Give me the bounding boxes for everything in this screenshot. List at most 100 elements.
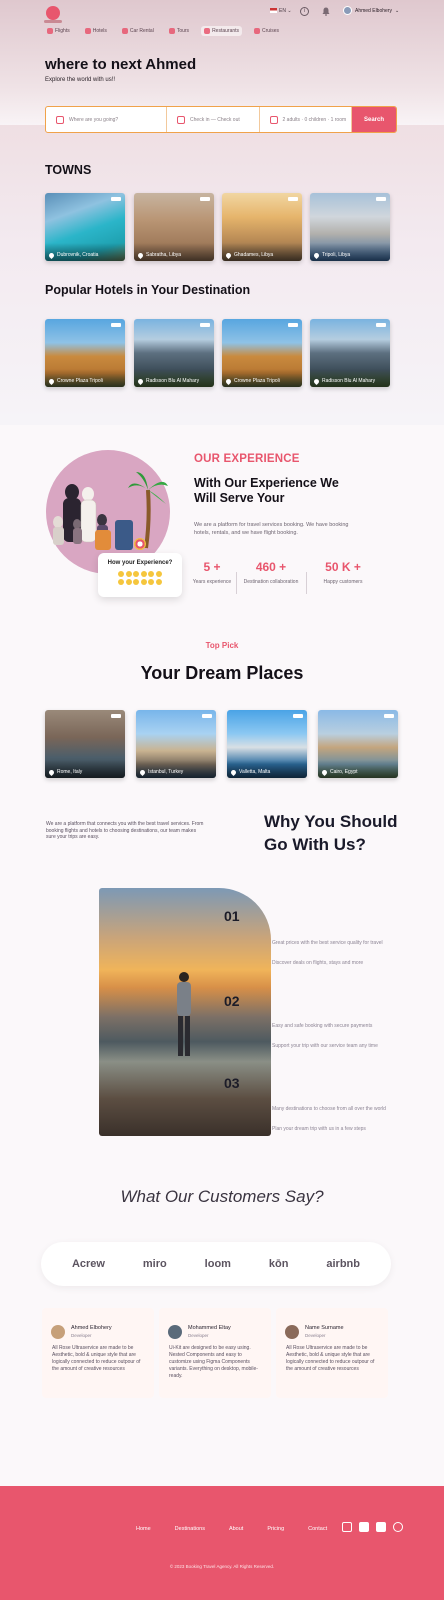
copyright: © 2023 Booking Travel Agency. All Rights… <box>169 1564 275 1569</box>
avatar <box>168 1325 182 1339</box>
emoji-icon[interactable] <box>140 571 147 577</box>
category-tabs: Flights Hotels Car Rental Tours Restaura… <box>44 26 282 36</box>
footer-nav: Home Destinations About Pricing Contact <box>136 1526 327 1532</box>
favorite-badge[interactable] <box>376 323 386 327</box>
tab-hotels[interactable]: Hotels <box>82 26 110 36</box>
stat-label: Destination collaboration <box>243 579 299 585</box>
favorite-badge[interactable] <box>200 197 210 201</box>
destination-card[interactable]: Rome, Italy <box>45 710 125 778</box>
favorite-badge[interactable] <box>202 714 212 718</box>
stat-value: 50 K + <box>325 560 361 574</box>
bell-icon[interactable] <box>322 7 330 16</box>
tab-cruises[interactable]: Cruises <box>251 26 282 36</box>
town-label: Ghadames, Libya <box>234 252 274 258</box>
fork-icon <box>204 28 211 34</box>
hotel-card[interactable]: Radisson Blu Al Mahary <box>134 319 214 387</box>
bed-icon <box>56 115 64 124</box>
favorite-badge[interactable] <box>288 323 298 327</box>
help-icon[interactable]: i <box>300 7 309 16</box>
town-card[interactable]: Ghadames, Libya <box>222 193 302 261</box>
guests-field[interactable]: 2 adults · 0 children · 1 room <box>260 107 353 132</box>
location-pin-icon <box>136 377 145 385</box>
emoji-icon[interactable] <box>155 571 162 577</box>
language-selector[interactable]: EN ⌄ <box>270 8 292 14</box>
reviewer-role: Developer <box>71 1333 92 1338</box>
twitter-icon[interactable] <box>376 1522 386 1532</box>
avatar <box>51 1325 65 1339</box>
emoji-icon[interactable] <box>133 578 139 585</box>
emoji-icon[interactable] <box>125 571 132 577</box>
town-card[interactable]: Dubrovnik, Croatia <box>45 193 125 261</box>
favorite-badge[interactable] <box>376 197 386 201</box>
tab-flights[interactable]: Flights <box>44 26 73 36</box>
partner-logo: miro <box>142 1258 167 1270</box>
favorite-badge[interactable] <box>293 714 303 718</box>
tab-car-rental[interactable]: Car Rental <box>119 26 157 36</box>
stat-label: Happy customers <box>323 579 363 585</box>
guests-placeholder: 2 adults · 0 children · 1 room <box>282 116 347 123</box>
favorite-badge[interactable] <box>200 323 210 327</box>
search-button[interactable]: Search <box>352 107 397 132</box>
hotel-label: Crowne Plaza Tripoli <box>234 378 280 384</box>
pinterest-icon[interactable] <box>393 1522 403 1532</box>
partner-logo: loom <box>204 1258 231 1270</box>
town-card[interactable]: Sabratha, Libya <box>134 193 214 261</box>
emoji-icon[interactable] <box>125 578 132 585</box>
footer-link-destinations[interactable]: Destinations <box>175 1526 205 1532</box>
brand-logo[interactable] <box>46 6 60 20</box>
town-label: Dubrovnik, Croatia <box>57 252 99 258</box>
destination-card[interactable]: Istanbul, Turkey <box>136 710 216 778</box>
location-pin-icon <box>138 768 147 776</box>
destination-card[interactable]: Valletta, Malta <box>227 710 307 778</box>
tab-label: Cruises <box>262 28 279 34</box>
town-label: Sabratha, Libya <box>146 252 182 258</box>
tab-label: Hotels <box>92 28 107 34</box>
emoji-icon[interactable] <box>118 578 124 585</box>
social-links <box>342 1522 403 1532</box>
favorite-badge[interactable] <box>111 323 121 327</box>
town-card[interactable]: Tripoli, Libya <box>310 193 390 261</box>
emoji-icon[interactable] <box>148 571 154 577</box>
location-pin-icon <box>47 768 56 776</box>
destination-label: Valletta, Malta <box>239 769 271 775</box>
tab-tours[interactable]: Tours <box>166 26 192 36</box>
footer-link-home[interactable]: Home <box>136 1526 151 1532</box>
hotel-card[interactable]: Radisson Blu Al Mahary <box>310 319 390 387</box>
review-text: All Rose Ultraservice are made to be Aes… <box>286 1345 375 1372</box>
user-menu[interactable]: Ahmed Elbohery ⌄ <box>343 6 399 15</box>
date-placeholder: Check in — Check out <box>190 116 240 123</box>
tab-restaurants[interactable]: Restaurants <box>201 26 243 36</box>
date-field[interactable]: Check in — Check out <box>167 107 260 132</box>
review-text: All Rose Ultraservice are made to be Aes… <box>52 1345 141 1372</box>
favorite-badge[interactable] <box>111 714 121 718</box>
emoji-icon[interactable] <box>118 571 124 577</box>
emoji-icon[interactable] <box>148 578 154 585</box>
towns-title: TOWNS <box>45 163 92 177</box>
destination-card[interactable]: Cairo, Egypt <box>318 710 398 778</box>
location-pin-icon <box>224 377 233 385</box>
dream-places-title: Your Dream Places <box>140 663 304 683</box>
palm-tree-illustration <box>128 472 168 549</box>
footer-link-contact[interactable]: Contact <box>308 1526 327 1532</box>
experience-rating-card: How your Experience? <box>98 553 182 597</box>
hotel-card[interactable]: Crowne Plaza Tripoli <box>45 319 125 387</box>
favorite-badge[interactable] <box>384 714 394 718</box>
facebook-icon[interactable] <box>359 1522 369 1532</box>
tab-label: Restaurants <box>212 28 240 34</box>
emoji-icon[interactable] <box>140 578 147 585</box>
emoji-icon[interactable] <box>133 571 139 577</box>
destination-label: Cairo, Egypt <box>330 769 358 775</box>
hotel-label: Crowne Plaza Tripoli <box>57 378 103 384</box>
language-label: EN <box>279 8 286 14</box>
experience-description: We are a platform for travel services bo… <box>194 522 349 536</box>
hotel-card[interactable]: Crowne Plaza Tripoli <box>222 319 302 387</box>
favorite-badge[interactable] <box>111 197 121 201</box>
favorite-badge[interactable] <box>288 197 298 201</box>
instagram-icon[interactable] <box>342 1522 352 1532</box>
footer-link-pricing[interactable]: Pricing <box>267 1526 284 1532</box>
partner-logos: Acrew miro loom kōn airbnb <box>41 1242 391 1286</box>
why-point-text: Great prices with the best service quali… <box>272 940 383 946</box>
destination-field[interactable]: Where are you going? <box>46 107 168 132</box>
footer-link-about[interactable]: About <box>229 1526 243 1532</box>
emoji-icon[interactable] <box>155 578 162 585</box>
